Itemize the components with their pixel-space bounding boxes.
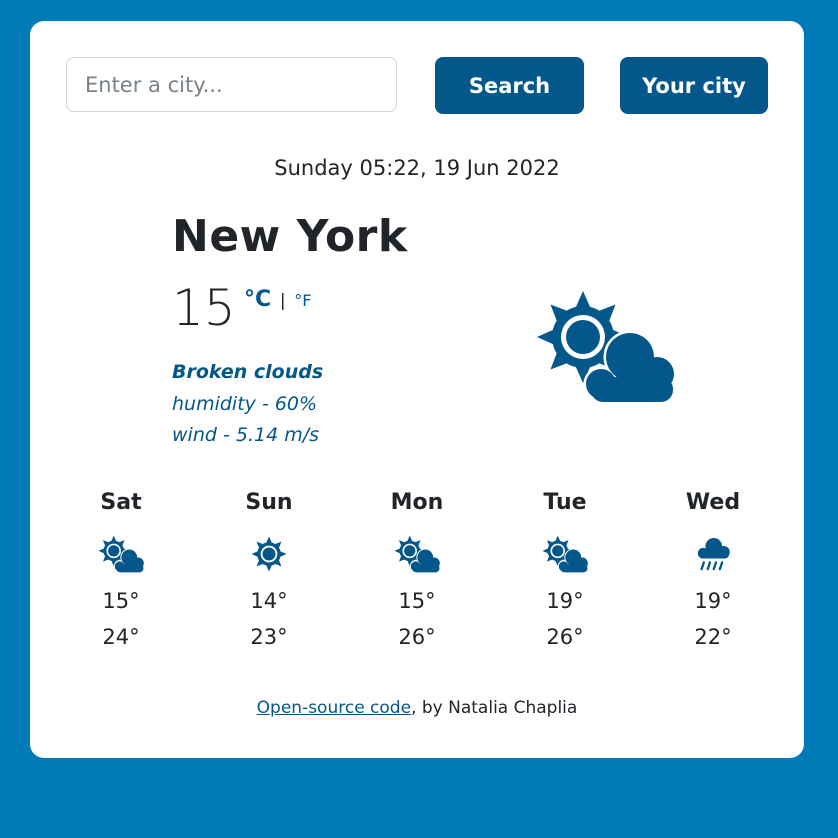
forecast-min-temp: 15° (102, 589, 140, 613)
fahrenheit-link[interactable]: °F (294, 291, 311, 310)
current-date: Sunday 05:22, 19 Jun 2022 (274, 156, 560, 180)
forecast-max-temp: 24° (102, 625, 140, 649)
forecast-day: Sat 15° 24° (47, 488, 195, 650)
unit-separator: | (279, 291, 286, 311)
your-city-button[interactable]: Your city (620, 57, 768, 114)
humidity-text: humidity - 60% (172, 393, 318, 415)
footer-author-text: , by Natalia Chaplia (411, 698, 578, 718)
forecast-day-name: Tue (543, 490, 587, 515)
forecast-max-temp: 26° (546, 625, 584, 649)
forecast-max-temp: 23° (250, 625, 288, 649)
city-name: New York (172, 211, 408, 262)
forecast-day-name: Sat (100, 490, 142, 515)
forecast-day-name: Sun (245, 490, 293, 515)
wind-text: wind - 5.14 m/s (172, 424, 320, 446)
forecast-min-temp: 15° (398, 589, 436, 613)
current-temperature: 15 (172, 279, 236, 337)
rain-cloud-icon (694, 534, 732, 574)
search-button[interactable]: Search (435, 57, 584, 114)
sun-behind-cloud-icon (393, 534, 441, 574)
forecast-max-temp: 26° (398, 625, 436, 649)
forecast-day-name: Wed (685, 490, 741, 515)
city-search-input[interactable] (66, 57, 397, 112)
forecast-min-temp: 14° (250, 589, 288, 613)
forecast-row: Sat 15° 24° Sun 14° 23° Mon 15° 26° Tue … (47, 488, 787, 650)
unit-switcher: °C | °F (244, 287, 311, 312)
forecast-min-temp: 19° (546, 589, 584, 613)
forecast-min-temp: 19° (694, 589, 732, 613)
forecast-day: Wed 19° 22° (639, 488, 787, 650)
forecast-day: Tue 19° 26° (491, 488, 639, 650)
celsius-link[interactable]: °C (244, 287, 271, 312)
forecast-day-name: Mon (390, 490, 444, 515)
open-source-link[interactable]: Open-source code (257, 698, 411, 718)
sun-behind-cloud-icon (97, 534, 145, 574)
sun-icon (250, 534, 288, 574)
sun-behind-cloud-icon (541, 534, 589, 574)
weather-description: Broken clouds (172, 361, 324, 383)
forecast-max-temp: 22° (694, 625, 732, 649)
weather-card: Search Your city Sunday 05:22, 19 Jun 20… (30, 21, 804, 758)
footer: Open-source code, by Natalia Chaplia (30, 698, 804, 718)
forecast-day: Sun 14° 23° (195, 488, 343, 650)
forecast-day: Mon 15° 26° (343, 488, 491, 650)
sun-behind-cloud-icon (535, 289, 677, 408)
